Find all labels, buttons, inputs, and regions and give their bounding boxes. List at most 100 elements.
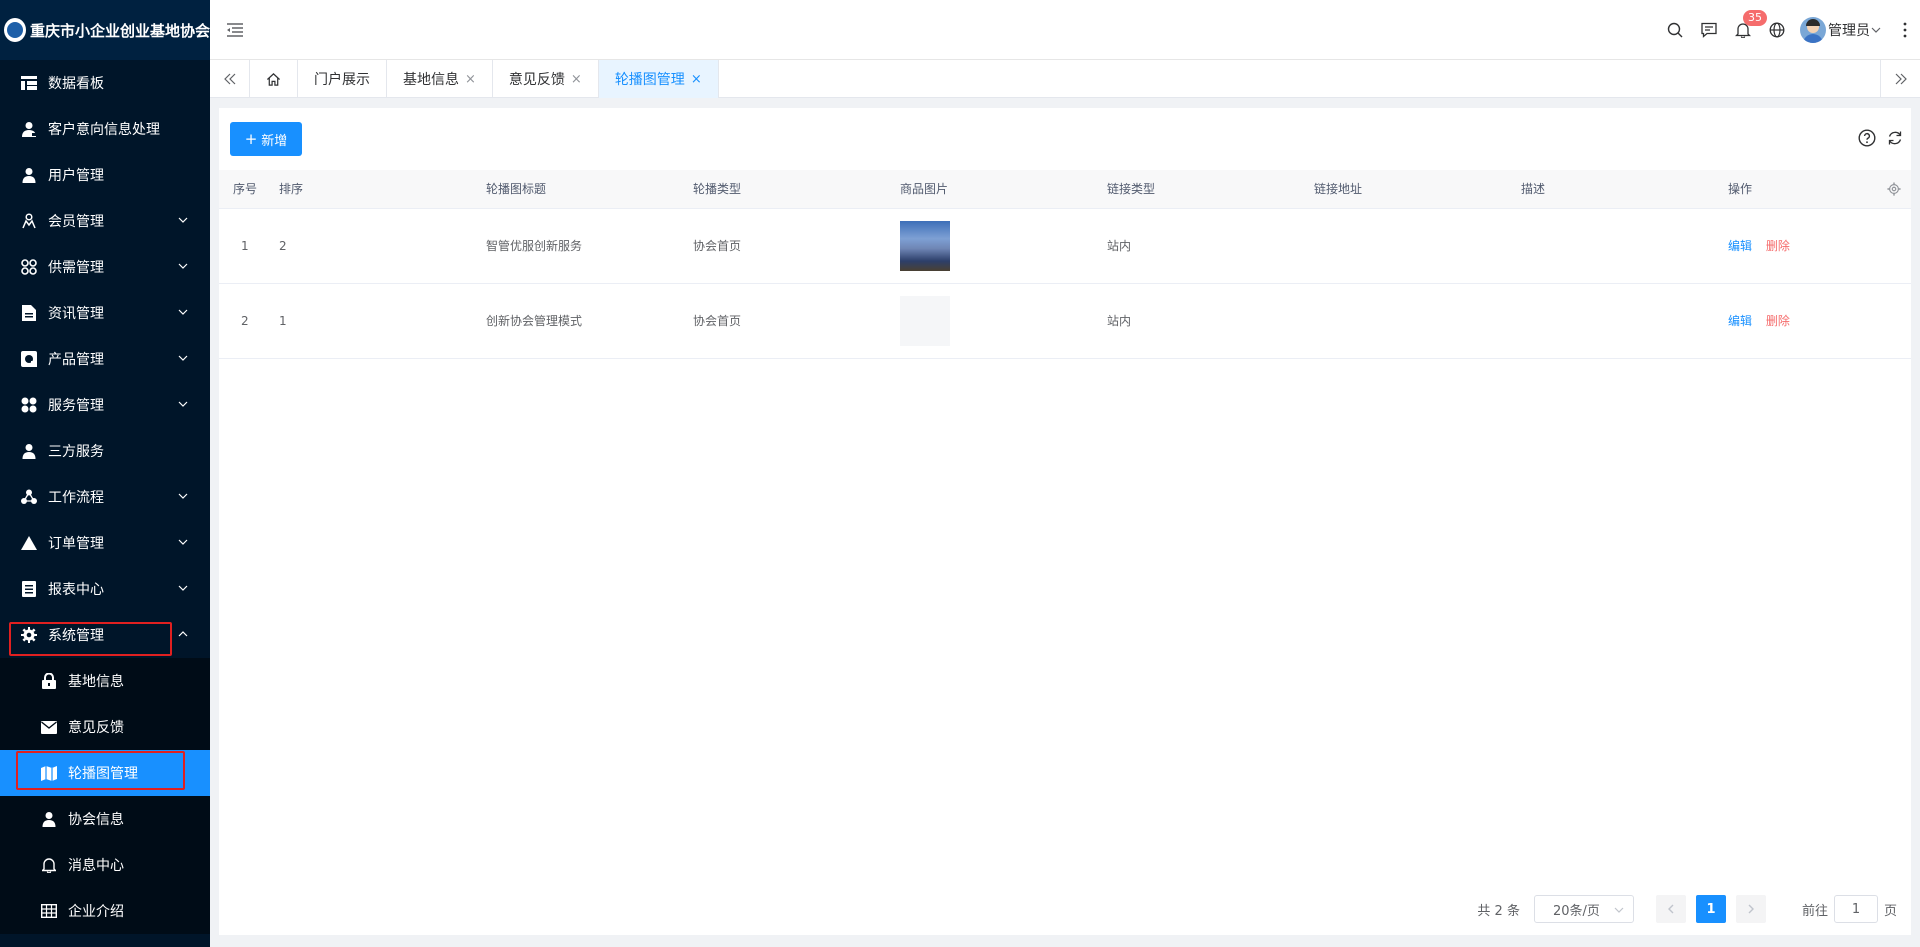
sidebar-item-workflow[interactable]: 工作流程 — [0, 474, 210, 520]
sidebar-item-label: 会员管理 — [48, 214, 104, 230]
header-actions: 35 管理员 — [1658, 0, 1920, 60]
chevron-down-icon — [178, 355, 188, 361]
help-icon[interactable] — [1855, 126, 1879, 150]
sidebar-subitem-carousel-management[interactable]: 轮播图管理 — [0, 750, 210, 796]
notification-bell-icon[interactable]: 35 — [1726, 0, 1767, 60]
sidebar-item-report-center[interactable]: 报表中心 — [0, 566, 210, 612]
chevron-down-icon — [178, 585, 188, 591]
sidebar-item-member-management[interactable]: 会员管理 — [0, 198, 210, 244]
user-icon — [20, 442, 38, 460]
tab-portal-display[interactable]: 门户展示 — [298, 60, 387, 98]
sidebar-item-supply-demand[interactable]: 供需管理 — [0, 244, 210, 290]
add-button[interactable]: + 新增 — [230, 122, 302, 156]
sidebar-item-order-management[interactable]: 订单管理 — [0, 520, 210, 566]
report-icon — [20, 580, 38, 598]
column-settings-icon[interactable] — [1887, 182, 1901, 196]
sidebar-item-dashboard[interactable]: 数据看板 — [0, 60, 210, 106]
goto-prefix: 前往 — [1801, 903, 1828, 919]
user-icon — [20, 166, 38, 184]
cell-link-url — [1300, 283, 1507, 359]
triangle-icon — [20, 534, 38, 552]
refresh-icon[interactable] — [1883, 126, 1907, 150]
chevron-up-icon — [178, 631, 188, 637]
product-icon — [20, 350, 38, 368]
tab-label: 基地信息 — [403, 72, 459, 88]
carousel-table: 序号 排序 轮播图标题 轮播类型 商品图片 链接类型 链接地址 描述 操作 1 … — [219, 170, 1911, 359]
cell-link-type: 站内 — [1093, 283, 1300, 359]
sidebar-subitem-feedback[interactable]: 意见反馈 — [0, 704, 210, 750]
avatar — [1800, 17, 1826, 43]
table-toolbar: + 新增 — [219, 108, 1911, 170]
sidebar-subitem-message-center[interactable]: 消息中心 — [0, 842, 210, 888]
banner-thumbnail[interactable] — [900, 220, 950, 271]
add-button-label: 新增 — [261, 133, 288, 149]
sidebar-subitem-base-info[interactable]: 基地信息 — [0, 658, 210, 704]
cell-desc — [1507, 208, 1714, 284]
chevron-down-icon — [1871, 27, 1881, 33]
globe-icon[interactable] — [1760, 0, 1794, 60]
empty-thumbnail[interactable] — [900, 295, 950, 346]
cell-title: 智管优服创新服务 — [472, 208, 679, 284]
sidebar-item-label: 三方服务 — [48, 444, 104, 460]
user-name: 管理员 — [1828, 23, 1870, 39]
cell-desc — [1507, 283, 1714, 359]
delete-button[interactable]: 删除 — [1766, 314, 1790, 328]
sidebar-item-customer-intent[interactable]: 客户意向信息处理 — [0, 106, 210, 152]
tabs-scroll-left-icon[interactable] — [210, 60, 250, 98]
tab-home[interactable] — [250, 60, 298, 98]
tabs-scroll-right-icon[interactable] — [1880, 60, 1920, 98]
user-menu[interactable]: 管理员 — [1794, 0, 1890, 60]
user-icon — [40, 810, 58, 828]
menu-collapse-icon[interactable] — [225, 20, 245, 40]
search-icon[interactable] — [1658, 0, 1692, 60]
cell-link-url — [1300, 208, 1507, 284]
top-header: 35 管理员 — [210, 0, 1920, 60]
close-icon[interactable]: × — [465, 72, 476, 87]
sidebar-item-service-management[interactable]: 服务管理 — [0, 382, 210, 428]
page-number-button[interactable]: 1 — [1695, 895, 1726, 923]
sidebar-item-system-management[interactable]: 系统管理 — [0, 612, 210, 658]
cell-title: 创新协会管理模式 — [472, 283, 679, 359]
column-header: 排序 — [265, 170, 472, 209]
tab-carousel-management[interactable]: 轮播图管理 × — [598, 60, 719, 98]
sidebar-subitem-company-intro[interactable]: 企业介绍 — [0, 888, 210, 934]
sidebar-item-third-party-service[interactable]: 三方服务 — [0, 428, 210, 474]
service-icon — [20, 396, 38, 414]
members-icon — [20, 212, 38, 230]
delete-button[interactable]: 删除 — [1766, 239, 1790, 253]
sidebar-item-news-management[interactable]: 资讯管理 — [0, 290, 210, 336]
sidebar-item-product-management[interactable]: 产品管理 — [0, 336, 210, 382]
system-management-submenu: 基地信息 意见反馈 轮播图管理 协会信息 消息中心 企业介绍 — [0, 658, 210, 934]
tab-base-info[interactable]: 基地信息 × — [387, 60, 493, 98]
chevron-down-icon — [178, 309, 188, 315]
edit-button[interactable]: 编辑 — [1728, 239, 1752, 253]
tab-label: 门户展示 — [314, 72, 370, 88]
sidebar-item-user-management[interactable]: 用户管理 — [0, 152, 210, 198]
pagination-total: 共 2 条 — [1477, 903, 1520, 919]
message-icon[interactable] — [1692, 0, 1726, 60]
close-icon[interactable]: × — [691, 72, 702, 87]
edit-button[interactable]: 编辑 — [1728, 314, 1752, 328]
map-icon — [40, 764, 58, 782]
sidebar-item-label: 基地信息 — [68, 674, 124, 690]
sidebar-subitem-association-info[interactable]: 协会信息 — [0, 796, 210, 842]
next-page-button[interactable] — [1735, 895, 1766, 923]
sidebar-item-label: 订单管理 — [48, 536, 104, 552]
user-tie-icon — [20, 120, 38, 138]
goto-suffix: 页 — [1883, 903, 1897, 919]
close-icon[interactable]: × — [571, 72, 582, 87]
sidebar-item-label: 数据看板 — [48, 76, 104, 92]
goto-page-input[interactable]: 1 — [1833, 895, 1878, 923]
sidebar-item-label: 协会信息 — [68, 812, 124, 828]
prev-page-button[interactable] — [1655, 895, 1686, 923]
plus-icon: + — [244, 130, 258, 148]
sidebar-item-label: 客户意向信息处理 — [48, 122, 160, 138]
cell-index: 1 — [219, 208, 265, 284]
more-vertical-icon[interactable] — [1890, 0, 1920, 60]
cell-sort: 1 — [265, 283, 472, 359]
table-header-row: 序号 排序 轮播图标题 轮播类型 商品图片 链接类型 链接地址 描述 操作 — [219, 170, 1911, 209]
page-size-select[interactable]: 20条/页 — [1533, 895, 1634, 923]
tab-feedback[interactable]: 意见反馈 × — [493, 60, 599, 98]
column-header: 链接类型 — [1093, 170, 1300, 209]
cell-actions: 编辑 删除 — [1714, 208, 1911, 284]
